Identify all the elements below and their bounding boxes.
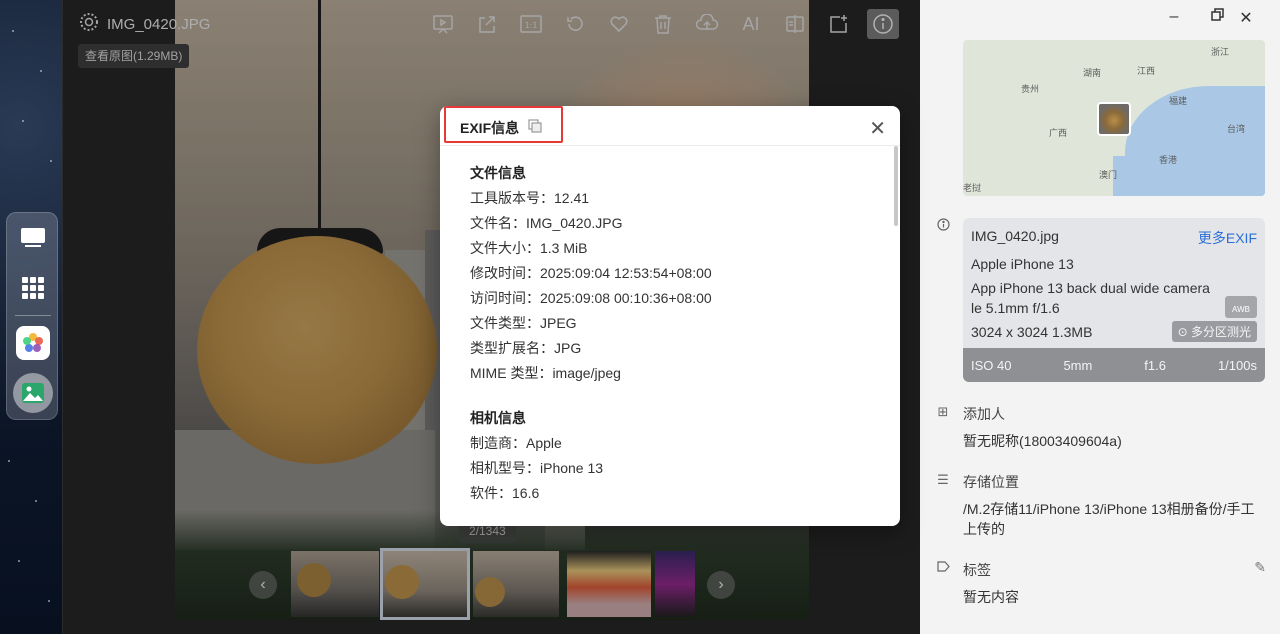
exif-row: 类型扩展名：JPG — [470, 340, 582, 356]
map-label: 台湾 — [1227, 124, 1246, 134]
map-label: 香港 — [1159, 155, 1178, 165]
map-label: 浙江 — [1211, 47, 1230, 57]
exif-dialog-title: EXIF信息 — [460, 120, 520, 136]
section-heading: 文件信息 — [470, 165, 526, 181]
exif-focal: 5mm — [1063, 357, 1093, 373]
location-map[interactable]: 浙江 湖南 江西 贵州 福建 广西 台湾 香港 澳门 老挝 — [963, 40, 1265, 196]
adder-title: 添加人 — [963, 406, 1005, 422]
close-dialog-icon[interactable]: ✕ — [869, 116, 886, 141]
exif-row: 访问时间：2025:09:08 00:10:36+08:00 — [470, 290, 712, 306]
close-window-icon[interactable]: ✕ — [1234, 8, 1258, 28]
adder-value: 暂无昵称(18003409604a) — [963, 433, 1122, 449]
exif-iso: ISO 40 — [971, 357, 1012, 373]
minimize-icon[interactable]: – — [1162, 8, 1186, 26]
map-label: 湖南 — [1083, 68, 1102, 78]
exif-lens-line2: le 5.1mm f/1.6 — [971, 300, 1060, 316]
map-label: 澳门 — [1099, 170, 1118, 180]
copy-icon[interactable] — [528, 119, 542, 133]
exif-row: MIME 类型：image/jpeg — [470, 365, 621, 381]
exif-dialog: EXIF信息 ✕ 文件信息 工具版本号：12.41 文件名：IMG_0420.J… — [440, 106, 900, 526]
storage-icon: ☰ — [937, 472, 949, 487]
exif-aperture: f1.6 — [1144, 357, 1166, 373]
tag-icon — [936, 560, 950, 575]
exif-lens-line1: App iPhone 13 back dual wide camera — [971, 280, 1210, 296]
exif-dialog-body: 文件信息 工具版本号：12.41 文件名：IMG_0420.JPG 文件大小：1… — [470, 162, 880, 507]
info-circle-icon — [936, 218, 950, 234]
exif-filename: IMG_0420.jpg — [971, 228, 1059, 244]
exif-row: 软件：16.6 — [470, 485, 540, 501]
map-label: 福建 — [1169, 96, 1188, 106]
more-exif-link[interactable]: 更多EXIF — [1198, 228, 1257, 248]
exif-row: 相机型号：iPhone 13 — [470, 460, 604, 476]
metering-label: 多分区测光 — [1190, 325, 1251, 339]
app-dock — [6, 212, 58, 420]
map-label: 广西 — [1049, 128, 1068, 138]
info-panel: – ✕ 浙江 湖南 江西 贵州 福建 广西 台湾 香港 澳门 老挝 IMG_04… — [920, 0, 1280, 634]
map-photo-marker[interactable] — [1097, 102, 1131, 136]
dialog-scrollbar[interactable] — [894, 146, 898, 226]
storage-title: 存储位置 — [963, 474, 1019, 490]
awb-label: AWB — [1232, 305, 1250, 314]
exif-summary-card: IMG_0420.jpg 更多EXIF Apple iPhone 13 App … — [963, 218, 1265, 382]
map-label: 江西 — [1137, 66, 1156, 76]
exif-row: 工具版本号：12.41 — [470, 190, 590, 206]
awb-icon: AWB — [1225, 296, 1257, 318]
exif-device: Apple iPhone 13 — [971, 256, 1074, 272]
dock-app-grid-icon[interactable] — [16, 271, 50, 305]
exif-row: 修改时间：2025:09:04 12:53:54+08:00 — [470, 265, 712, 281]
dock-photos-icon[interactable] — [16, 326, 50, 360]
exif-row: 文件类型：JPEG — [470, 315, 577, 331]
exif-params-bar: ISO 40 5mm f1.6 1/100s — [963, 348, 1265, 382]
metering-icon: ⊙ — [1177, 325, 1191, 339]
storage-path[interactable]: /M.2存储11/iPhone 13/iPhone 13相册备份/手工上传的 — [963, 499, 1263, 539]
exif-dialog-header: EXIF信息 ✕ — [440, 106, 900, 146]
exif-shutter: 1/100s — [1217, 357, 1257, 373]
maximize-icon[interactable] — [1205, 8, 1229, 26]
exif-row: 文件名：IMG_0420.JPG — [470, 215, 623, 231]
edit-tags-icon[interactable]: ✎ — [1254, 559, 1266, 576]
map-label: 老挝 — [963, 183, 982, 193]
exif-row: 制造商：Apple — [470, 435, 562, 451]
dock-monitor-icon[interactable] — [16, 221, 50, 255]
add-person-icon: ⊞ — [937, 404, 949, 419]
section-heading: 相机信息 — [470, 410, 526, 426]
map-label: 贵州 — [1021, 84, 1040, 94]
dock-gallery-icon[interactable] — [13, 373, 53, 413]
exif-size: 3024 x 3024 1.3MB — [971, 324, 1093, 340]
exif-row: 文件大小：1.3 MiB — [470, 240, 588, 256]
metering-badge: ⊙ 多分区测光 — [1171, 321, 1257, 342]
tags-title: 标签 — [963, 562, 991, 578]
tags-value: 暂无内容 — [963, 589, 1019, 605]
